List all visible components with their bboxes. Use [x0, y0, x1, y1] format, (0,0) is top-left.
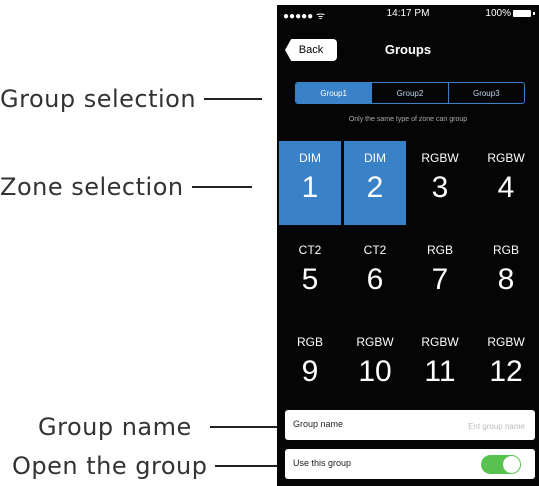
battery-tip-icon: [533, 12, 535, 15]
group-tab-3[interactable]: Group3: [447, 83, 524, 103]
callout-zone-selection: Zone selection: [0, 173, 270, 201]
callout-group-name: Group name: [38, 413, 308, 441]
zone-number: 5: [301, 263, 319, 296]
zone-4[interactable]: RGBW 4: [475, 141, 537, 225]
zone-type: RGBW: [487, 151, 525, 165]
zone-number: 6: [366, 263, 384, 296]
nav-bar: Back Groups: [277, 31, 539, 65]
group-name-input[interactable]: [413, 417, 527, 435]
zone-type: DIM: [299, 151, 321, 165]
callout-group-selection-line: [204, 98, 263, 100]
callout-open-group-line: [215, 465, 282, 467]
zone-type: CT2: [298, 243, 322, 257]
zone-6[interactable]: CT2 6: [344, 233, 406, 317]
group-name-field[interactable]: Group name: [285, 410, 535, 440]
group-selector: Group1 Group2 Group3: [295, 82, 525, 104]
callout-group-selection: Group selection: [0, 85, 270, 113]
zone-number: 7: [431, 263, 449, 296]
group-tab-1[interactable]: Group1: [296, 83, 372, 103]
zone-type: CT2: [363, 243, 387, 257]
status-bar: ●●●●● ᯤ 14:17 PM 100%: [277, 5, 539, 23]
battery-icon: [513, 10, 531, 17]
page-title: Groups: [384, 42, 432, 57]
group-tab-2[interactable]: Group2: [371, 83, 447, 103]
zone-number: 12: [489, 355, 523, 388]
zone-11[interactable]: RGBW 11: [409, 325, 471, 409]
zone-type: RGB: [492, 243, 519, 257]
zone-type: RGB: [296, 335, 323, 349]
zone-8[interactable]: RGB 8: [475, 233, 537, 317]
callout-open-group-label: Open the group: [12, 452, 208, 480]
zone-1[interactable]: DIM 1: [279, 141, 341, 225]
zone-number: 11: [424, 355, 456, 388]
zone-number: 2: [366, 171, 384, 204]
zone-type: RGB: [426, 243, 453, 257]
zone-10[interactable]: RGBW 10: [344, 325, 406, 409]
zone-number: 4: [497, 171, 515, 204]
zone-9[interactable]: RGB 9: [279, 325, 341, 409]
callout-zone-selection-label: Zone selection: [0, 173, 184, 201]
zone-type: RGBW: [421, 335, 459, 349]
zone-2[interactable]: DIM 2: [344, 141, 406, 225]
zone-type: RGBW: [356, 335, 394, 349]
callout-group-name-label: Group name: [38, 413, 192, 441]
zone-number: 8: [497, 263, 515, 296]
zone-5[interactable]: CT2 5: [279, 233, 341, 317]
zone-number: 3: [431, 171, 449, 204]
zone-type: DIM: [364, 151, 386, 165]
toggle-knob: [503, 456, 520, 473]
group-name-label: Group name: [293, 419, 344, 429]
zone-3[interactable]: RGBW 3: [409, 141, 471, 225]
callout-open-group: Open the group: [12, 452, 282, 480]
callout-group-selection-label: Group selection: [0, 85, 197, 113]
zone-7[interactable]: RGB 7: [409, 233, 471, 317]
use-group-toggle[interactable]: [481, 455, 521, 474]
use-group-row: Use this group: [285, 449, 535, 479]
zone-type: RGBW: [487, 335, 525, 349]
zone-number: 9: [301, 355, 319, 388]
battery-percent: 100%: [485, 8, 511, 19]
zone-12[interactable]: RGBW 12: [475, 325, 537, 409]
use-group-label: Use this group: [293, 458, 352, 468]
battery-indicator: 100%: [485, 8, 535, 19]
phone-screen: ●●●●● ᯤ 14:17 PM 100% Back Groups Group1…: [277, 5, 539, 486]
group-hint: Only the same type of zone can group: [348, 116, 468, 123]
zone-type: RGBW: [421, 151, 459, 165]
zone-number: 10: [358, 355, 392, 388]
zone-number: 1: [301, 171, 319, 204]
callout-zone-selection-line: [191, 186, 252, 188]
